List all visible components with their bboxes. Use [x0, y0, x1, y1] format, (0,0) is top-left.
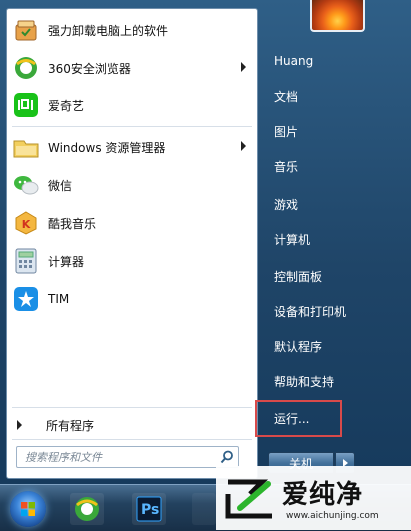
browser-360-icon — [75, 497, 99, 521]
submenu-arrow-icon — [241, 62, 246, 72]
all-programs-button[interactable]: 所有程序 — [17, 416, 247, 434]
taskbar-app[interactable] — [192, 493, 216, 525]
program-item-kuwo[interactable]: K 酷我音乐 — [12, 206, 252, 240]
user-avatar[interactable] — [310, 0, 365, 32]
program-label: 爱奇艺 — [48, 98, 85, 113]
calculator-icon — [12, 247, 40, 275]
wechat-icon — [12, 171, 40, 199]
search-box[interactable] — [16, 446, 239, 468]
uninstall-icon — [12, 16, 40, 44]
watermark: 爱纯净 www.aichunjing.com — [216, 466, 411, 530]
right-item-user[interactable]: Huang — [266, 50, 386, 72]
right-item-control-panel[interactable]: 控制面板 — [266, 265, 386, 287]
separator — [12, 439, 252, 440]
watermark-url: www.aichunjing.com — [286, 511, 379, 521]
program-label: 计算器 — [48, 254, 85, 269]
program-label: 酷我音乐 — [48, 216, 97, 231]
photoshop-label: Ps — [141, 502, 160, 518]
start-button[interactable] — [10, 491, 46, 527]
right-item-default-programs[interactable]: 默认程序 — [266, 335, 386, 357]
programs-pane: 强力卸载电脑上的软件 360安全浏览器 爱奇艺 Windows 资源管理器 微信… — [6, 8, 258, 479]
program-item-tim[interactable]: TIM — [12, 282, 252, 316]
separator — [12, 407, 252, 408]
start-menu: 强力卸载电脑上的软件 360安全浏览器 爱奇艺 Windows 资源管理器 微信… — [0, 0, 411, 484]
search-icon[interactable] — [216, 447, 238, 467]
right-item-help-support[interactable]: 帮助和支持 — [266, 370, 386, 392]
submenu-arrow-icon — [241, 141, 246, 151]
program-label: 360安全浏览器 — [48, 61, 131, 76]
right-item-devices-printers[interactable]: 设备和打印机 — [266, 300, 386, 322]
right-item-computer[interactable]: 计算机 — [266, 228, 386, 250]
program-item-iqiyi[interactable]: 爱奇艺 — [12, 88, 252, 122]
right-item-documents[interactable]: 文档 — [266, 85, 386, 107]
explorer-icon — [12, 133, 40, 161]
program-item-360-browser[interactable]: 360安全浏览器 — [12, 51, 252, 85]
program-label: TIM — [48, 292, 70, 306]
taskbar-360-browser[interactable] — [70, 493, 104, 525]
browser-360-icon — [12, 54, 40, 82]
program-item-calculator[interactable]: 计算器 — [12, 244, 252, 278]
separator — [12, 126, 252, 127]
program-item-wechat[interactable]: 微信 — [12, 168, 252, 202]
program-item-uninstaller[interactable]: 强力卸载电脑上的软件 — [12, 13, 252, 47]
program-label: 强力卸载电脑上的软件 — [48, 23, 169, 38]
program-label: Windows 资源管理器 — [48, 140, 166, 155]
aichunjing-logo-icon — [225, 479, 272, 519]
program-item-explorer[interactable]: Windows 资源管理器 — [12, 130, 252, 164]
svg-text:K: K — [22, 218, 31, 231]
all-programs-label: 所有程序 — [46, 418, 95, 433]
right-item-games[interactable]: 游戏 — [266, 193, 386, 215]
run-highlight-box — [255, 400, 342, 437]
right-item-pictures[interactable]: 图片 — [266, 120, 386, 142]
expand-arrow-icon — [17, 420, 22, 430]
program-label: 微信 — [48, 178, 73, 193]
tim-icon — [12, 285, 40, 313]
taskbar-photoshop[interactable]: Ps — [132, 493, 166, 525]
search-input[interactable] — [17, 449, 217, 465]
iqiyi-icon — [12, 91, 40, 119]
right-item-music[interactable]: 音乐 — [266, 155, 386, 177]
kuwo-music-icon: K — [12, 209, 40, 237]
watermark-brand: 爱纯净 — [282, 480, 364, 510]
windows-logo-icon — [21, 502, 35, 516]
